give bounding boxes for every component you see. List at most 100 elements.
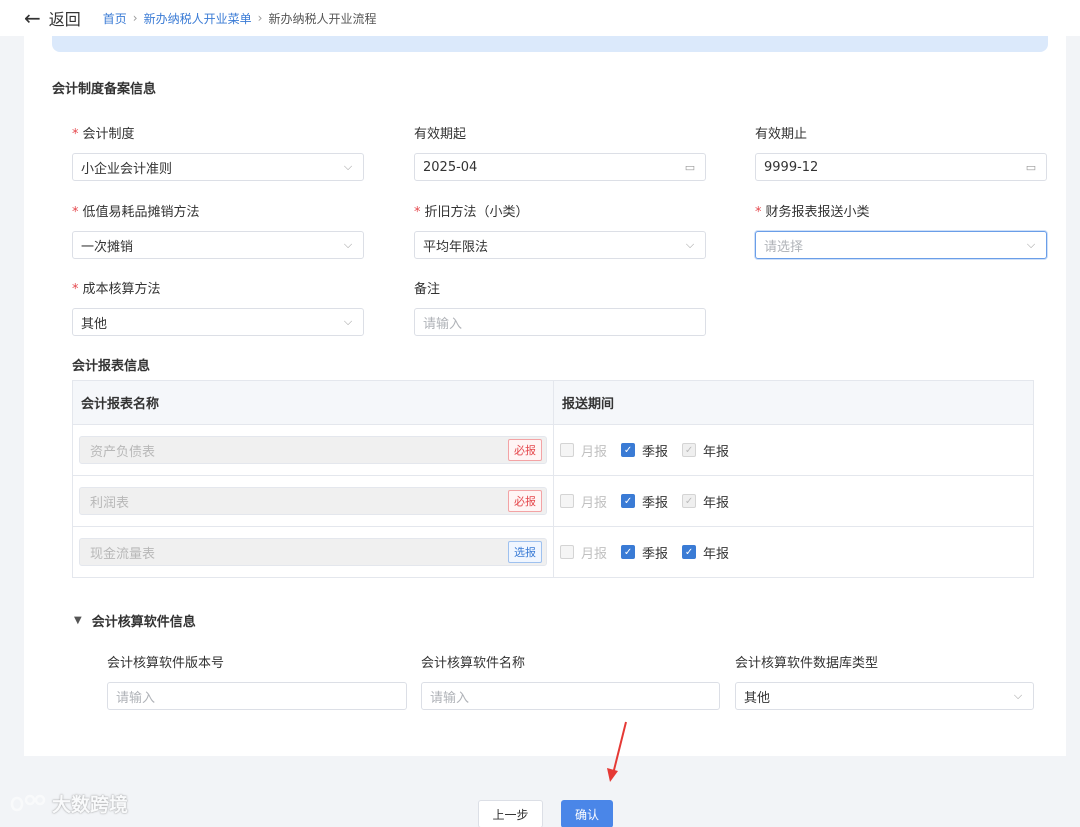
report-name: 资产负债表	[90, 444, 156, 460]
checkbox-icon	[560, 545, 574, 559]
calendar-icon: ▭	[1025, 160, 1037, 174]
checkbox-icon: ✓	[682, 443, 697, 457]
software-name-label: 会计核算软件名称	[421, 656, 526, 671]
period-quarterly-label: 季报	[642, 444, 669, 460]
period-annual-label: 年报	[703, 495, 730, 511]
low-value-field: * 低值易耗品摊销方法 一次摊销 ⌵	[72, 204, 364, 259]
col-period: 报送期间	[553, 380, 1034, 425]
depreciation-select[interactable]: 平均年限法 ⌵	[414, 231, 706, 259]
checkbox-icon	[560, 443, 574, 457]
breadcrumb: 首页 › 新办纳税人开业菜单 › 新办纳税人开业流程	[103, 10, 377, 27]
report-name-cell: 利润表 必报	[72, 475, 554, 527]
report-name: 现金流量表	[90, 546, 156, 562]
accounting-system-select[interactable]: 小企业会计准则 ⌵	[72, 153, 364, 181]
valid-to-label: 有效期止	[755, 127, 808, 142]
col-report-name: 会计报表名称	[72, 380, 554, 425]
low-value-label: * 低值易耗品摊销方法	[72, 205, 200, 220]
filing-section-title: 会计制度备案信息	[52, 82, 157, 97]
reports-section-title: 会计报表信息	[72, 359, 151, 374]
cost-method-field: * 成本核算方法 其他 ⌵	[72, 281, 364, 336]
confirm-button[interactable]: 确认	[561, 800, 613, 827]
report-type-select[interactable]: 请选择 ⌵	[755, 231, 1047, 259]
period-monthly-checkbox[interactable]: 月报	[560, 441, 607, 460]
main-card: 会计制度备案信息 * 会计制度 小企业会计准则 ⌵ 有效期起 2025-04 ▭ …	[24, 36, 1066, 756]
report-name-cell: 资产负债表 必报	[72, 424, 554, 476]
checkbox-icon: ✓	[682, 494, 697, 508]
chevron-down-icon: ⌵	[1013, 689, 1023, 702]
chevron-right-icon: ›	[132, 11, 138, 25]
calendar-icon: ▭	[684, 160, 696, 174]
watermark-text: 大数跨境	[52, 794, 129, 816]
low-value-select[interactable]: 一次摊销 ⌵	[72, 231, 364, 259]
software-version-field: 会计核算软件版本号 请输入	[107, 655, 407, 710]
period-quarterly-checkbox[interactable]: ✓ 季报	[621, 492, 668, 511]
remark-input[interactable]: 请输入	[414, 308, 706, 336]
software-db-label: 会计核算软件数据库类型	[735, 656, 879, 671]
report-name-cell: 现金流量表 选报	[72, 526, 554, 578]
software-db-field: 会计核算软件数据库类型 其他 ⌵	[735, 655, 1034, 710]
checkbox-icon: ✓	[682, 545, 697, 559]
report-tag-badge: 必报	[508, 439, 542, 461]
valid-from-value: 2025-04	[423, 159, 478, 175]
valid-to-picker[interactable]: 9999-12 ▭	[755, 153, 1047, 181]
remark-placeholder: 请输入	[423, 316, 463, 332]
table-row: 利润表 必报 月报 ✓ 季报 ✓ 年报	[72, 475, 1034, 527]
remark-field: 备注 请输入	[414, 281, 706, 336]
cost-method-select[interactable]: 其他 ⌵	[72, 308, 364, 336]
period-monthly-label: 月报	[581, 495, 608, 511]
period-quarterly-checkbox[interactable]: ✓ 季报	[621, 543, 668, 562]
chevron-down-icon: ⌵	[685, 238, 695, 251]
period-annual-label: 年报	[703, 546, 730, 562]
period-monthly-checkbox[interactable]: 月报	[560, 492, 607, 511]
software-version-input[interactable]: 请输入	[107, 682, 407, 710]
top-bar: ← 返回 首页 › 新办纳税人开业菜单 › 新办纳税人开业流程	[0, 0, 1080, 36]
checkbox-icon: ✓	[621, 443, 636, 457]
report-name-field: 资产负债表 必报	[79, 436, 547, 464]
accounting-system-field: * 会计制度 小企业会计准则 ⌵	[72, 126, 364, 181]
valid-from-picker[interactable]: 2025-04 ▭	[414, 153, 706, 181]
report-type-placeholder: 请选择	[764, 239, 804, 255]
software-name-input[interactable]: 请输入	[421, 682, 720, 710]
low-value-value: 一次摊销	[81, 239, 134, 255]
watermark-logo-icon	[10, 794, 46, 811]
valid-from-label: 有效期起	[414, 127, 467, 142]
prev-step-button[interactable]: 上一步	[478, 800, 543, 827]
valid-to-value: 9999-12	[764, 159, 819, 175]
software-name-placeholder: 请输入	[430, 690, 470, 706]
report-name: 利润表	[90, 495, 130, 511]
chevron-right-icon: ›	[257, 11, 263, 25]
period-monthly-checkbox[interactable]: 月报	[560, 543, 607, 562]
reports-table: 会计报表名称 报送期间 资产负债表 必报 月报 ✓ 季报 ✓ 年报 利润表 必报 月报 ✓ 季报 ✓ 年报…	[72, 380, 1034, 578]
breadcrumb-menu[interactable]: 新办纳税人开业菜单	[144, 10, 252, 27]
remark-label: 备注	[414, 282, 441, 297]
period-quarterly-checkbox[interactable]: ✓ 季报	[621, 441, 668, 460]
back-button[interactable]: ← 返回	[24, 6, 81, 30]
accounting-system-value: 小企业会计准则	[81, 161, 173, 177]
checkbox-icon: ✓	[621, 494, 636, 508]
breadcrumb-home[interactable]: 首页	[103, 10, 127, 27]
software-version-placeholder: 请输入	[116, 690, 156, 706]
period-quarterly-label: 季报	[642, 495, 669, 511]
software-db-value: 其他	[744, 690, 771, 706]
report-name-field: 利润表 必报	[79, 487, 547, 515]
report-period-cell: 月报 ✓ 季报 ✓ 年报	[553, 526, 1034, 578]
period-annual-checkbox[interactable]: ✓ 年报	[682, 543, 729, 562]
software-db-select[interactable]: 其他 ⌵	[735, 682, 1034, 710]
checkbox-icon	[560, 494, 574, 508]
report-name-field: 现金流量表 选报	[79, 538, 547, 566]
software-section-toggle[interactable]: ▼ 会计核算软件信息	[74, 611, 196, 630]
period-quarterly-label: 季报	[642, 546, 669, 562]
period-monthly-label: 月报	[581, 546, 608, 562]
period-annual-checkbox: ✓ 年报	[682, 441, 729, 460]
period-monthly-label: 月报	[581, 444, 608, 460]
report-type-field: * 财务报表报送小类 请选择 ⌵	[755, 204, 1047, 259]
breadcrumb-current: 新办纳税人开业流程	[268, 11, 377, 26]
valid-from-field: 有效期起 2025-04 ▭	[414, 126, 706, 181]
report-period-cell: 月报 ✓ 季报 ✓ 年报	[553, 475, 1034, 527]
arrow-left-icon: ←	[24, 6, 41, 30]
table-row: 现金流量表 选报 月报 ✓ 季报 ✓ 年报	[72, 526, 1034, 578]
chevron-down-icon: ⌵	[343, 160, 353, 173]
depreciation-field: * 折旧方法（小类） 平均年限法 ⌵	[414, 204, 706, 259]
software-name-field: 会计核算软件名称 请输入	[421, 655, 720, 710]
chevron-down-icon: ⌵	[343, 315, 353, 328]
